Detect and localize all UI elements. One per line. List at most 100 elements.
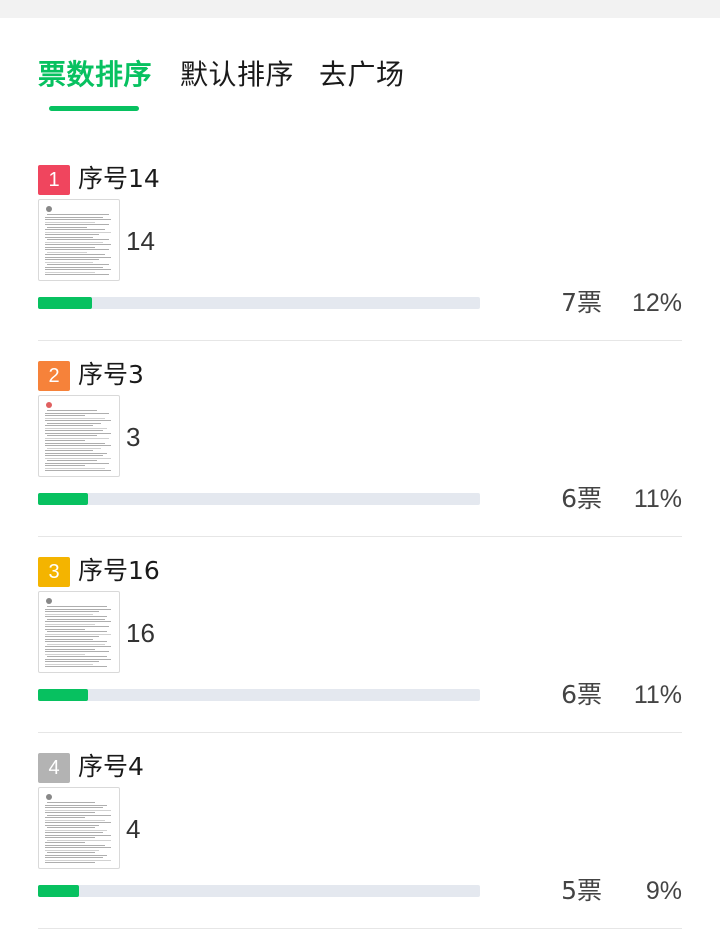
thumbnail-text-line	[45, 834, 111, 836]
thumbnail-text-line	[47, 827, 95, 828]
vote-progress-fill	[38, 493, 88, 505]
tab-default-sort[interactable]: 默认排序	[180, 54, 294, 96]
thumbnail-text-line	[47, 618, 105, 620]
thumbnail-text-line	[45, 857, 103, 858]
vote-count: 5票	[561, 876, 602, 905]
thumbnail-text-line	[45, 661, 99, 662]
thumbnail-text-line	[45, 862, 95, 863]
thumbnail-text-line	[47, 410, 97, 411]
thumbnail-text-line	[45, 415, 85, 416]
vote-progress-bar	[38, 885, 480, 897]
thumbnail-text-line	[45, 420, 111, 421]
thumbnail-text-line	[47, 251, 87, 253]
thumbnail-text-line	[45, 824, 99, 826]
option-caption: 16	[126, 618, 155, 648]
vote-count: 6票	[561, 680, 602, 709]
thumbnail-text-line	[45, 608, 111, 610]
thumbnail-text-line	[45, 417, 105, 419]
option-caption: 14	[126, 226, 155, 256]
thumbnail-text-line	[47, 435, 97, 436]
thumbnail-text-line	[47, 643, 105, 645]
list-item[interactable]: 3 序号16 16 6票 11%	[38, 556, 682, 753]
thumbnail-text-line	[47, 814, 111, 816]
list-item[interactable]: 4 序号4 4 5票 9%	[38, 752, 682, 949]
thumbnail-text-line	[45, 611, 99, 612]
vote-progress-fill	[38, 689, 88, 701]
thumbnail-text-line	[45, 638, 93, 640]
rank-badge: 2	[38, 361, 70, 391]
thumbnail-text-line	[45, 621, 111, 622]
thumbnail-text-line	[45, 653, 85, 655]
option-thumbnail[interactable]	[38, 591, 120, 673]
thumbnail-text-line	[45, 832, 103, 833]
active-tab-indicator	[49, 106, 139, 111]
thumbnail-text-line	[45, 425, 93, 426]
thumbnail-text-line	[45, 465, 85, 466]
vote-progress-fill	[38, 297, 92, 309]
thumbnail-text-line	[45, 224, 109, 225]
thumbnail-text-line	[45, 819, 105, 821]
thumbnail-text-line	[45, 658, 111, 660]
thumbnail-text-line	[47, 852, 95, 853]
thumbnail-text-line	[45, 244, 111, 245]
thumbnail-text-line	[45, 847, 111, 848]
thumbnail-text-line	[45, 623, 95, 625]
thumbnail-text-line	[45, 646, 111, 647]
thumbnail-text-line	[45, 440, 85, 441]
thumbnail-text-line	[45, 259, 99, 260]
option-title: 序号14	[78, 164, 160, 193]
thumbnail-text-line	[45, 666, 107, 667]
thumbnail-text-line	[47, 422, 101, 424]
thumbnail-text-line	[45, 633, 111, 635]
vote-count: 7票	[561, 288, 602, 317]
thumbnail-text-line	[45, 849, 99, 851]
option-caption: 3	[126, 422, 141, 452]
thumbnail-avatar-icon	[46, 206, 52, 212]
thumbnail-text-line	[45, 663, 93, 665]
divider	[38, 928, 682, 929]
thumbnail-text-line	[45, 219, 111, 220]
option-title: 序号16	[78, 556, 160, 585]
thumbnail-text-line	[45, 829, 107, 831]
thumbnail-text-line	[45, 412, 109, 414]
thumbnail-text-line	[47, 606, 107, 607]
thumbnail-text-line	[45, 628, 85, 630]
thumbnail-text-line	[45, 236, 93, 238]
list-item[interactable]: 1 序号14 14 7票 12%	[38, 164, 682, 361]
thumbnail-text-line	[47, 226, 87, 228]
thumbnail-text-line	[45, 470, 111, 471]
vote-percent: 12%	[631, 289, 682, 317]
thumbnail-text-line	[47, 656, 107, 657]
vote-percent: 9%	[645, 877, 682, 905]
thumbnail-text-line	[45, 246, 95, 248]
tab-go-to-plaza[interactable]: 去广场	[319, 54, 405, 96]
thumbnail-text-line	[45, 467, 105, 469]
thumbnail-text-line	[45, 266, 103, 268]
divider	[38, 732, 682, 733]
thumbnail-text-line	[45, 648, 95, 650]
vote-percent: 11%	[633, 485, 682, 513]
thumbnail-text-line	[45, 271, 95, 273]
vote-count: 6票	[561, 484, 602, 513]
option-thumbnail[interactable]	[38, 787, 120, 869]
thumbnail-text-line	[45, 837, 95, 838]
thumbnail-text-line	[45, 455, 103, 456]
thumbnail-text-line	[45, 809, 111, 811]
option-thumbnail[interactable]	[38, 395, 120, 477]
option-thumbnail[interactable]	[38, 199, 120, 281]
thumbnail-text-line	[45, 450, 93, 451]
thumbnail-text-line	[45, 626, 109, 627]
thumbnail-text-line	[45, 216, 103, 218]
thumbnail-text-line	[45, 859, 111, 861]
thumbnail-avatar-icon	[46, 598, 52, 604]
list-item[interactable]: 2 序号3 3 6票 11%	[38, 360, 682, 557]
thumbnail-text-line	[45, 229, 105, 230]
thumbnail-text-line	[45, 616, 107, 617]
thumbnail-text-line	[45, 641, 107, 642]
thumbnail-text-line	[45, 274, 109, 275]
thumbnail-text-line	[45, 432, 111, 434]
thumbnail-text-line	[47, 264, 109, 265]
tab-sort-by-votes[interactable]: 票数排序	[38, 54, 152, 96]
thumbnail-text-line	[47, 214, 109, 215]
vote-progress-bar	[38, 493, 480, 505]
